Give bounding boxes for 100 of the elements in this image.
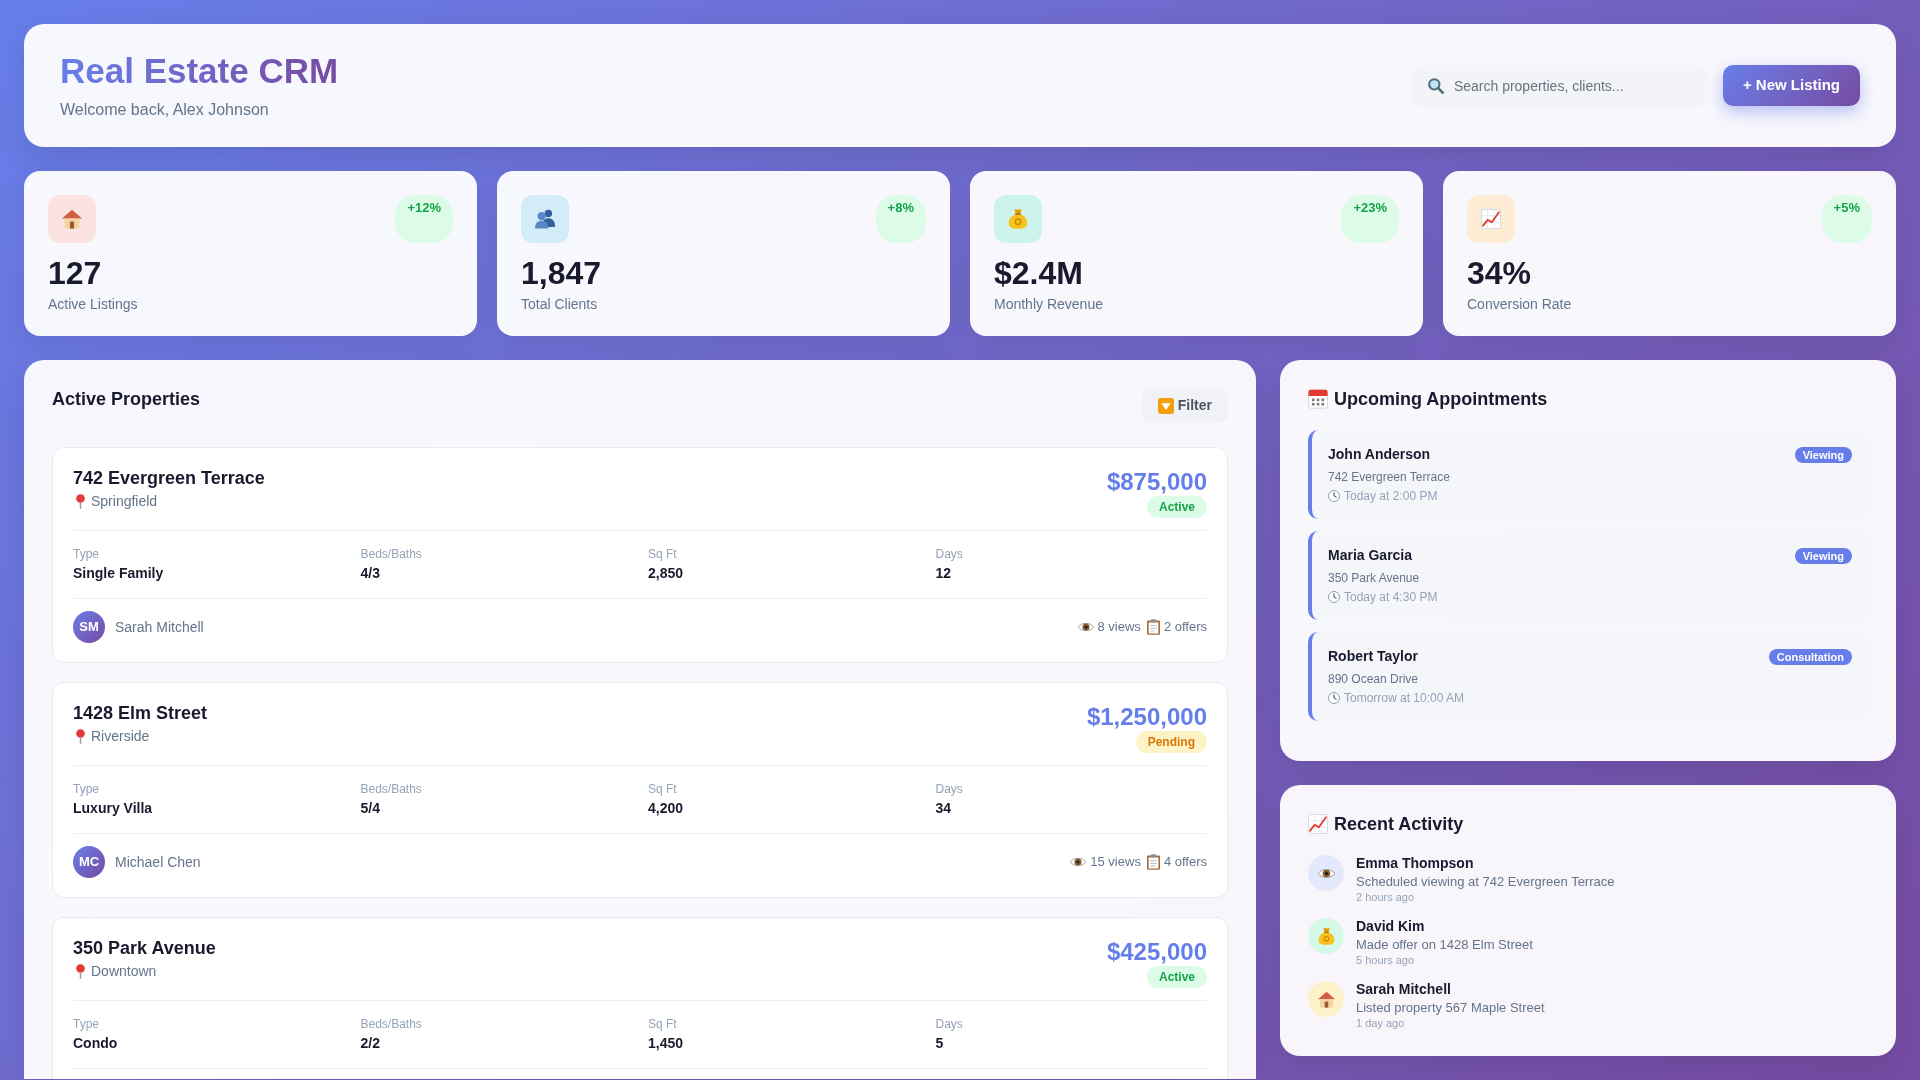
detail-label: Type: [73, 1016, 99, 1032]
stat-value: 1,847: [521, 254, 602, 292]
activity-time: 2 hours ago: [1356, 890, 1415, 904]
welcome-text: Welcome back, Alex Johnson: [60, 99, 269, 120]
search-field[interactable]: Search properties, clients...: [1411, 64, 1708, 107]
detail-label: Type: [73, 781, 99, 797]
new-listing-button[interactable]: + New Listing: [1722, 65, 1860, 106]
detail-value: 5/4: [360, 799, 380, 818]
clock-icon: [1328, 490, 1340, 502]
detail-value: 4/3: [360, 564, 380, 583]
client-name: Robert Taylor: [1328, 648, 1418, 665]
agent-avatar: MC: [73, 846, 105, 878]
detail-value: 2/2: [360, 1034, 380, 1053]
appointment-type-badge: Viewing: [1794, 547, 1852, 564]
stat-value: $2.4M: [994, 254, 1083, 292]
appointment-type-badge: Viewing: [1794, 446, 1852, 463]
detail-label: Days: [935, 781, 963, 797]
detail-value: Luxury Villa: [73, 799, 153, 818]
agent-avatar: SM: [73, 611, 105, 643]
appointment-address: 350 Park Avenue: [1328, 570, 1420, 586]
property-address: 742 Evergreen Terrace: [73, 467, 265, 489]
views-count: 15 views: [1090, 853, 1141, 872]
stat-label: Monthly Revenue: [994, 295, 1103, 314]
client-name: John Anderson: [1328, 446, 1431, 463]
money-bag-icon: [1308, 918, 1344, 954]
status-badge: Active: [1146, 496, 1207, 518]
detail-value: 4,200: [648, 799, 684, 818]
panel-title: Upcoming Appointments: [1334, 388, 1548, 410]
detail-value: Single Family: [73, 564, 164, 583]
stat-label: Conversion Rate: [1467, 295, 1572, 314]
property-address: 1428 Elm Street: [73, 702, 208, 724]
agent-name: Sarah Mitchell: [115, 617, 204, 637]
appointment-address: 890 Ocean Drive: [1328, 671, 1419, 687]
detail-value: 34: [935, 799, 952, 818]
money-bag-icon: [994, 195, 1042, 243]
detail-label: Beds/Baths: [360, 1016, 422, 1032]
eye-icon: [1308, 855, 1344, 891]
clock-icon: [1328, 591, 1340, 603]
agent-name: Michael Chen: [115, 852, 201, 872]
detail-label: Days: [935, 1016, 963, 1032]
property-price: $875,000: [1106, 467, 1207, 496]
property-price: $425,000: [1106, 937, 1207, 966]
activity-person: Sarah Mitchell: [1356, 981, 1451, 998]
clipboard-icon: [1146, 619, 1160, 635]
detail-label: Sq Ft: [648, 546, 677, 562]
property-location: Springfield: [91, 492, 158, 511]
client-name: Maria Garcia: [1328, 547, 1413, 564]
appointment-time: Today at 4:30 PM: [1344, 589, 1438, 605]
filter-button[interactable]: Filter: [1141, 388, 1228, 423]
panel-title: Active Properties: [52, 388, 201, 410]
appointment-time: Today at 2:00 PM: [1344, 488, 1438, 504]
detail-value: 2,850: [648, 564, 684, 583]
activity-person: Emma Thompson: [1356, 855, 1474, 872]
activity-time: 1 day ago: [1356, 1016, 1405, 1030]
eye-icon: [1070, 857, 1087, 867]
house-icon: [1308, 981, 1344, 1017]
property-card[interactable]: 1428 Elm Street Riverside $1,250,000 Pending Type Luxury Villa Beds/Baths 5/4 Sq Ft 4,200 Days 34 MC Michael Chen 15 views 4 offers: [52, 682, 1228, 898]
detail-value: 12: [935, 564, 952, 583]
activity-description: Made offer on 1428 Elm Street: [1356, 937, 1533, 953]
calendar-icon: [1308, 389, 1328, 409]
pin-icon: [76, 493, 85, 509]
activity-description: Listed property 567 Maple Street: [1356, 1000, 1545, 1016]
detail-label: Beds/Baths: [360, 546, 422, 562]
activity-description: Scheduled viewing at 742 Evergreen Terrace: [1356, 874, 1615, 890]
stat-value: 127: [48, 254, 102, 292]
clipboard-icon: [1146, 854, 1160, 870]
detail-label: Sq Ft: [648, 1016, 677, 1032]
appointment-address: 742 Evergreen Terrace: [1328, 469, 1450, 485]
detail-label: Days: [935, 546, 963, 562]
detail-value: 5: [935, 1034, 944, 1053]
property-card[interactable]: 350 Park Avenue Downtown $425,000 Active Type Condo Beds/Baths 2/2 Sq Ft 1,450 Days 5: [52, 917, 1228, 1079]
clock-icon: [1328, 692, 1340, 704]
property-card[interactable]: 742 Evergreen Terrace Springfield $875,000 Active Type Single Family Beds/Baths 4/3 Sq Ft 2,850 Days 12 SM Sarah Mitchell 8 views 2 offers: [52, 447, 1228, 663]
property-location: Riverside: [91, 727, 150, 746]
trend-chart-icon: [1467, 195, 1515, 243]
pin-icon: [76, 963, 85, 979]
offers-count: 4 offers: [1163, 853, 1207, 872]
eye-icon: [1077, 622, 1094, 632]
change-badge: +5%: [1821, 195, 1872, 243]
stat-label: Active Listings: [48, 295, 138, 314]
trend-chart-icon: [1308, 814, 1328, 834]
house-icon: [48, 195, 96, 243]
status-badge: Active: [1146, 966, 1207, 988]
people-icon: [521, 195, 569, 243]
activity-person: David Kim: [1356, 918, 1425, 935]
detail-label: Type: [73, 546, 99, 562]
detail-label: Sq Ft: [648, 781, 677, 797]
appointment-time: Tomorrow at 10:00 AM: [1344, 690, 1465, 706]
activity-time: 5 hours ago: [1356, 953, 1415, 967]
detail-value: Condo: [73, 1034, 118, 1053]
property-price: $1,250,000: [1086, 702, 1207, 731]
search-icon: [1427, 77, 1444, 94]
appointment-type-badge: Consultation: [1768, 648, 1852, 665]
detail-value: 1,450: [648, 1034, 684, 1053]
panel-title: Recent Activity: [1334, 813, 1464, 835]
filter-icon: [1157, 397, 1174, 414]
property-address: 350 Park Avenue: [73, 937, 216, 959]
views-count: 8 views: [1097, 618, 1141, 637]
property-location: Downtown: [91, 962, 157, 981]
offers-count: 2 offers: [1163, 618, 1207, 637]
